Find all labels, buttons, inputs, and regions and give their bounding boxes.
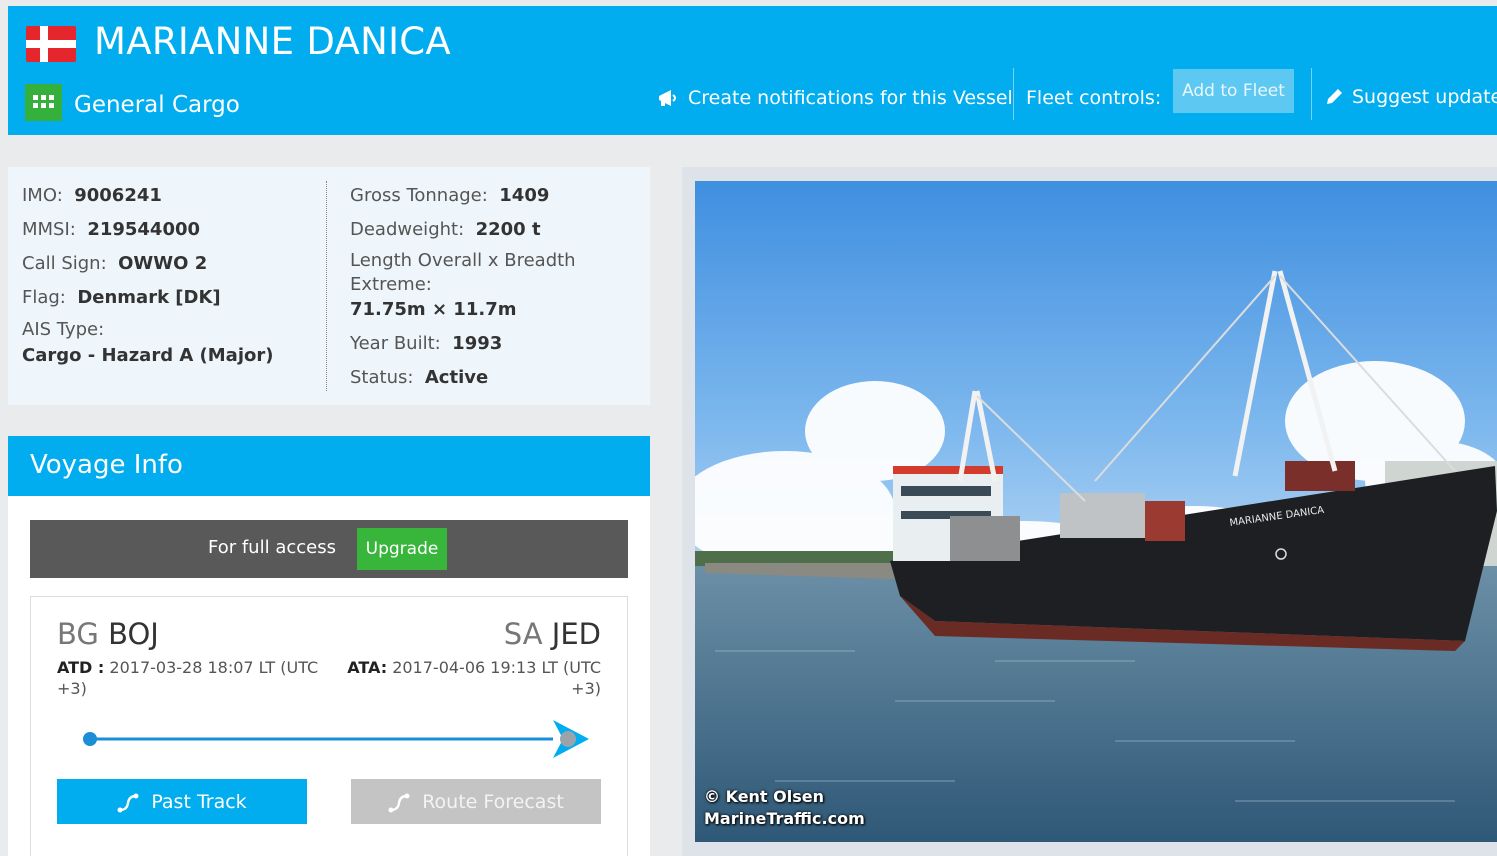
details-divider	[326, 181, 327, 391]
megaphone-icon	[659, 90, 676, 106]
denmark-flag-icon	[26, 26, 76, 62]
call-sign-value: OWWO 2	[118, 253, 208, 274]
gross-tonnage-row: Gross Tonnage: 1409	[350, 181, 640, 215]
gross-tonnage-value: 1409	[499, 185, 550, 206]
upgrade-banner: For full access Upgrade	[30, 520, 628, 578]
departure-time: ATD : 2017-03-28 18:07 LT (UTC +3)	[57, 657, 327, 699]
call-sign-label: Call Sign:	[22, 253, 107, 274]
photo-credit-source: MarineTraffic.com	[704, 809, 865, 828]
year-built-value: 1993	[452, 333, 503, 354]
deadweight-label: Deadweight:	[350, 219, 465, 240]
status-value: Active	[424, 367, 489, 388]
imo-row: IMO: 9006241	[22, 181, 273, 215]
voyage-progress-track	[83, 720, 589, 758]
fleet-controls-label: Fleet controls:	[1026, 87, 1162, 109]
header-divider	[1013, 68, 1014, 120]
imo-label: IMO:	[22, 185, 63, 206]
departure-dot	[83, 732, 97, 746]
ais-type-row: AIS Type: Cargo - Hazard A (Major)	[22, 317, 273, 369]
details-left-column: IMO: 9006241 MMSI: 219544000 Call Sign: …	[22, 181, 273, 369]
voyage-info-panel: Voyage Info For full access Upgrade BG B…	[8, 436, 650, 856]
vessel-type: General Cargo	[74, 92, 240, 118]
mmsi-row: MMSI: 219544000	[22, 215, 273, 249]
past-track-label: Past Track	[151, 790, 247, 813]
vessel-photo-panel: MARIANNE DANICA © Kent Olsen MarineTraff…	[682, 167, 1497, 856]
past-track-button[interactable]: Past Track	[57, 779, 307, 824]
voyage-info-title: Voyage Info	[30, 450, 183, 480]
gross-tonnage-label: Gross Tonnage:	[350, 185, 488, 206]
flag-row: Flag: Denmark [DK]	[22, 283, 273, 317]
add-to-fleet-button[interactable]: Add to Fleet	[1173, 69, 1294, 113]
vessel-name: MARIANNE DANICA	[94, 20, 452, 63]
call-sign-row: Call Sign: OWWO 2	[22, 249, 273, 283]
length-breadth-row: Length Overall x Breadth Extreme: 71.75m…	[350, 249, 640, 323]
route-box: BG BOJ SA JED ATD : 2017-03-28 18:07 LT …	[30, 596, 628, 856]
ais-type-label: AIS Type:	[22, 319, 105, 340]
upgrade-button[interactable]: Upgrade	[357, 528, 447, 570]
photo-credit: © Kent Olsen MarineTraffic.com	[704, 786, 865, 830]
deadweight-value: 2200 t	[475, 219, 541, 240]
full-access-text: For full access	[208, 537, 336, 558]
length-breadth-value: 71.75m × 11.7m	[350, 299, 517, 320]
create-notifications-button[interactable]: Create notifications for this Vessel	[657, 84, 1013, 112]
header-divider	[1311, 68, 1312, 120]
vessel-position-marker	[553, 720, 589, 758]
year-built-label: Year Built:	[350, 333, 441, 354]
route-forecast-button[interactable]: Route Forecast	[351, 779, 601, 824]
arrival-port-code: JED	[551, 617, 601, 651]
vessel-photo-image: MARIANNE DANICA	[695, 181, 1497, 842]
vessel-photo[interactable]: MARIANNE DANICA © Kent Olsen MarineTraff…	[695, 181, 1497, 842]
length-breadth-label: Length Overall x Breadth Extreme:	[350, 250, 576, 295]
mmsi-label: MMSI:	[22, 219, 76, 240]
arrival-time: ATA: 2017-04-06 19:13 LT (UTC +3)	[331, 657, 601, 699]
ais-type-value: Cargo - Hazard A (Major)	[22, 345, 274, 366]
track-route-icon	[388, 793, 410, 812]
track-route-icon	[117, 793, 139, 812]
arrival-country-code: SA	[503, 617, 543, 651]
departure-port: BG BOJ	[57, 617, 159, 651]
ata-label: ATA:	[347, 658, 388, 677]
ata-value: 2017-04-06 19:13 LT (UTC +3)	[387, 658, 601, 698]
status-label: Status:	[350, 367, 414, 388]
general-cargo-icon	[25, 84, 62, 121]
voyage-info-header: Voyage Info	[8, 436, 650, 496]
departure-port-code: BOJ	[108, 617, 159, 651]
route-forecast-label: Route Forecast	[422, 790, 564, 813]
pencil-icon	[1327, 89, 1342, 104]
departure-country-code: BG	[57, 617, 99, 651]
deadweight-row: Deadweight: 2200 t	[350, 215, 640, 249]
imo-value: 9006241	[74, 185, 162, 206]
vessel-details-panel: IMO: 9006241 MMSI: 219544000 Call Sign: …	[8, 167, 650, 405]
year-built-row: Year Built: 1993	[350, 329, 640, 363]
suggest-updates-label: Suggest updates	[1352, 86, 1497, 108]
status-row: Status: Active	[350, 363, 640, 397]
mmsi-value: 219544000	[87, 219, 201, 240]
atd-label: ATD :	[57, 658, 105, 677]
create-notifications-label: Create notifications for this Vessel	[688, 87, 1013, 109]
photo-credit-author: © Kent Olsen	[704, 787, 824, 806]
details-right-column: Gross Tonnage: 1409 Deadweight: 2200 t L…	[350, 181, 640, 397]
suggest-updates-button[interactable]: Suggest updates	[1324, 86, 1497, 108]
arrival-port: SA JED	[504, 617, 601, 651]
flag-label: Flag:	[22, 287, 66, 308]
vessel-header: MARIANNE DANICA General Cargo Create not…	[8, 6, 1497, 135]
flag-value: Denmark [DK]	[77, 287, 221, 308]
